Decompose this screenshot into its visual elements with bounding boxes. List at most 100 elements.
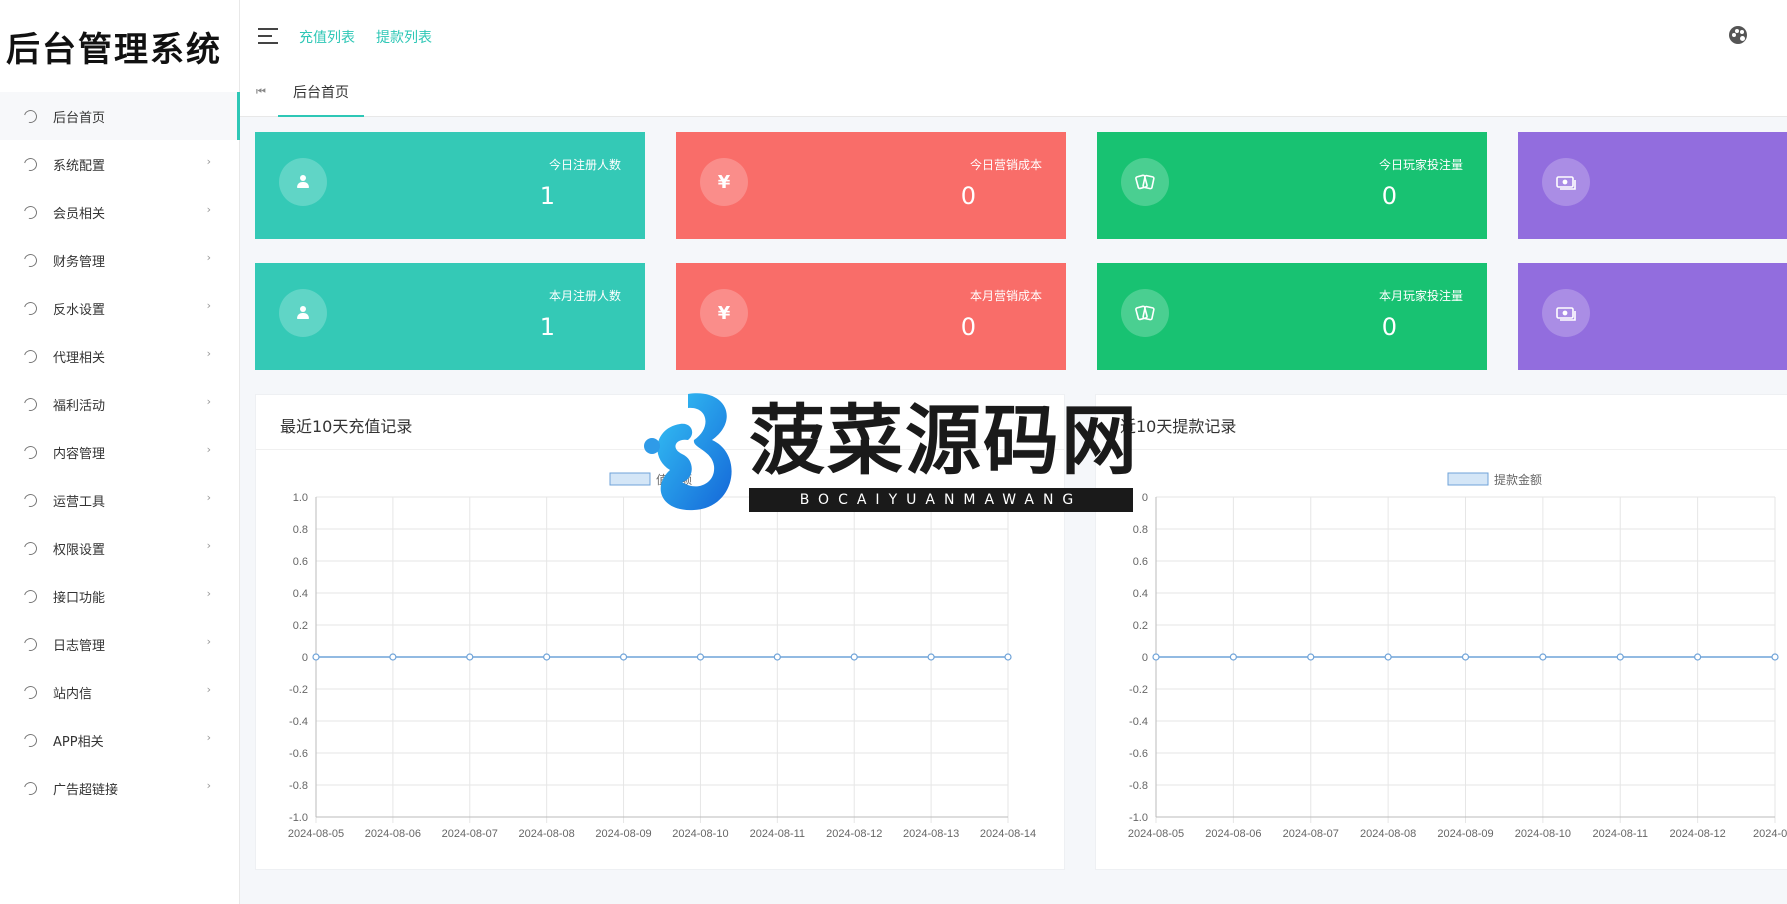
x-tick-label: 2024-08-11 bbox=[1593, 828, 1648, 840]
chevron-right-icon: › bbox=[206, 635, 211, 648]
x-tick-label: 2024-08-07 bbox=[1283, 828, 1339, 840]
data-point[interactable] bbox=[543, 653, 551, 661]
sidebar-item-label: 站内信 bbox=[53, 686, 93, 702]
chevron-right-icon: › bbox=[206, 587, 211, 600]
withdraw-list-link[interactable]: 提款列表 bbox=[376, 27, 432, 47]
sidebar-item-9[interactable]: 权限设置 › bbox=[0, 524, 239, 572]
menu-item-icon bbox=[21, 491, 40, 509]
sidebar-item-2[interactable]: 会员相关 › bbox=[0, 188, 239, 236]
chevron-right-icon: › bbox=[206, 443, 211, 456]
x-tick-label: 2024-08-10 bbox=[1515, 828, 1571, 840]
y-tick-label: -0.2 bbox=[289, 684, 308, 696]
sidebar-item-6[interactable]: 福利活动 › bbox=[0, 380, 239, 428]
legend-label: 提款金额 bbox=[1494, 472, 1542, 487]
x-tick-label: 2024-08-05 bbox=[1128, 828, 1184, 840]
data-point[interactable] bbox=[389, 653, 397, 661]
sidebar-item-label: 反水设置 bbox=[53, 302, 106, 318]
chevron-right-icon: › bbox=[206, 299, 211, 312]
menu-item-icon bbox=[21, 731, 40, 749]
chevron-right-icon: › bbox=[206, 203, 211, 216]
data-point[interactable] bbox=[1307, 653, 1315, 661]
withdraw-line-chart: 提款金额 0 0.8 0.6 0.4 0.2 0 -0.2 -0.4 -0.6 -0.8 -1.0 20… bbox=[1128, 472, 1787, 840]
sidebar-item-13[interactable]: APP相关 › bbox=[0, 716, 239, 764]
menu-item-icon bbox=[21, 299, 40, 317]
sidebar-item-4[interactable]: 反水设置 › bbox=[0, 284, 239, 332]
data-point[interactable] bbox=[1461, 653, 1470, 661]
x-tick-label: 2024-08-07 bbox=[442, 828, 498, 840]
data-point[interactable] bbox=[1384, 653, 1392, 661]
sidebar-item-label: 广告超链接 bbox=[53, 782, 119, 798]
y-tick-label: 1.0 bbox=[293, 492, 308, 504]
y-tick-label: 0.2 bbox=[293, 620, 308, 632]
x-tick-label: 2024-08-14 bbox=[980, 828, 1036, 840]
menu-item-icon bbox=[21, 779, 40, 797]
stat-card-row1-1: ¥ 今日营销成本 0 bbox=[676, 132, 1066, 239]
data-point[interactable] bbox=[1004, 653, 1012, 661]
menu-item-icon bbox=[21, 539, 40, 557]
data-point[interactable] bbox=[850, 653, 858, 661]
stat-label: 本月营销成本 bbox=[969, 289, 1042, 303]
y-tick-label: -0.8 bbox=[1129, 780, 1148, 792]
y-tick-label: -0.4 bbox=[1129, 716, 1148, 728]
stat-label: 今日玩家投注量 bbox=[1378, 158, 1463, 172]
data-point[interactable] bbox=[1616, 653, 1624, 661]
stat-card-row1-0: 今日注册人数 1 bbox=[255, 132, 645, 239]
chevron-right-icon: › bbox=[206, 539, 211, 552]
data-point[interactable] bbox=[619, 653, 628, 661]
cards-icon bbox=[1121, 158, 1169, 206]
recharge-list-link[interactable]: 充值列表 bbox=[299, 27, 355, 47]
data-point[interactable] bbox=[773, 653, 781, 661]
sidebar-item-1[interactable]: 系统配置 › bbox=[0, 140, 239, 188]
x-tick-label: 2024-08-08 bbox=[1360, 828, 1416, 840]
sidebar-item-11[interactable]: 日志管理 › bbox=[0, 620, 239, 668]
sidebar-item-12[interactable]: 站内信 › bbox=[0, 668, 239, 716]
tab-scroll-left-icon[interactable]: ⏮ bbox=[256, 85, 266, 99]
hamburger-icon[interactable] bbox=[258, 28, 278, 49]
sidebar: 后台管理系统 后台首页 系统配置 › 会员相关 › 财务管理 › 反水设置 › 代理相关 › 福利活动… bbox=[0, 0, 240, 904]
y-tick-label: 0.6 bbox=[293, 556, 308, 568]
sidebar-item-0[interactable]: 后台首页 bbox=[0, 92, 240, 140]
data-point[interactable] bbox=[1229, 653, 1237, 661]
sidebar-item-3[interactable]: 财务管理 › bbox=[0, 236, 239, 284]
y-tick-label: 0.4 bbox=[293, 588, 308, 600]
menu-item-icon bbox=[21, 587, 40, 605]
x-tick-label: 2024-08-11 bbox=[750, 828, 805, 840]
data-point[interactable] bbox=[466, 653, 474, 661]
x-tick-label: 2024-08-05 bbox=[288, 828, 344, 840]
sidebar-item-14[interactable]: 广告超链接 › bbox=[0, 764, 239, 812]
data-point[interactable] bbox=[312, 653, 320, 661]
watermark-subtitle: BOCAIYUANMAWANG bbox=[749, 488, 1133, 512]
data-point[interactable] bbox=[1152, 653, 1160, 661]
sidebar-item-label: 福利活动 bbox=[53, 398, 106, 414]
data-point[interactable] bbox=[1771, 653, 1779, 661]
menu-item-icon bbox=[21, 443, 40, 461]
user-icon bbox=[279, 289, 327, 337]
x-tick-label: 2024-08-06 bbox=[1205, 828, 1261, 840]
data-point[interactable] bbox=[696, 653, 705, 661]
y-tick-label: -1.0 bbox=[1129, 812, 1148, 824]
data-point[interactable] bbox=[1694, 653, 1702, 661]
stat-card-row2-3 bbox=[1518, 263, 1787, 370]
watermark-title: 菠菜源码网 bbox=[749, 396, 1139, 485]
sidebar-item-label: 会员相关 bbox=[53, 206, 106, 222]
sidebar-item-label: 财务管理 bbox=[53, 254, 106, 270]
legend-swatch[interactable] bbox=[1447, 472, 1489, 486]
stat-value: 1 bbox=[539, 182, 555, 210]
menu-item-icon bbox=[21, 107, 40, 125]
sidebar-item-10[interactable]: 接口功能 › bbox=[0, 572, 239, 620]
palette-icon[interactable] bbox=[1729, 26, 1747, 44]
sidebar-item-label: 系统配置 bbox=[53, 158, 106, 174]
sidebar-item-label: APP相关 bbox=[53, 734, 104, 750]
sidebar-item-8[interactable]: 运营工具 › bbox=[0, 476, 239, 524]
data-point[interactable] bbox=[1539, 653, 1547, 661]
sidebar-item-5[interactable]: 代理相关 › bbox=[0, 332, 239, 380]
withdraw-chart-panel: 近10天提款记录 提款金额 0 0.8 0.6 0.4 0.2 0 -0.2 -0.4 -0.6-… bbox=[1095, 394, 1787, 870]
tab-home[interactable]: 后台首页 bbox=[278, 70, 364, 117]
x-tick-label: 2024-08-12 bbox=[826, 828, 882, 840]
y-tick-label: -1.0 bbox=[289, 812, 308, 824]
data-point[interactable] bbox=[927, 653, 935, 661]
chevron-right-icon: › bbox=[206, 251, 211, 264]
sidebar-item-label: 后台首页 bbox=[53, 110, 106, 126]
sidebar-item-7[interactable]: 内容管理 › bbox=[0, 428, 239, 476]
y-tick-label: 0.2 bbox=[1133, 620, 1148, 632]
